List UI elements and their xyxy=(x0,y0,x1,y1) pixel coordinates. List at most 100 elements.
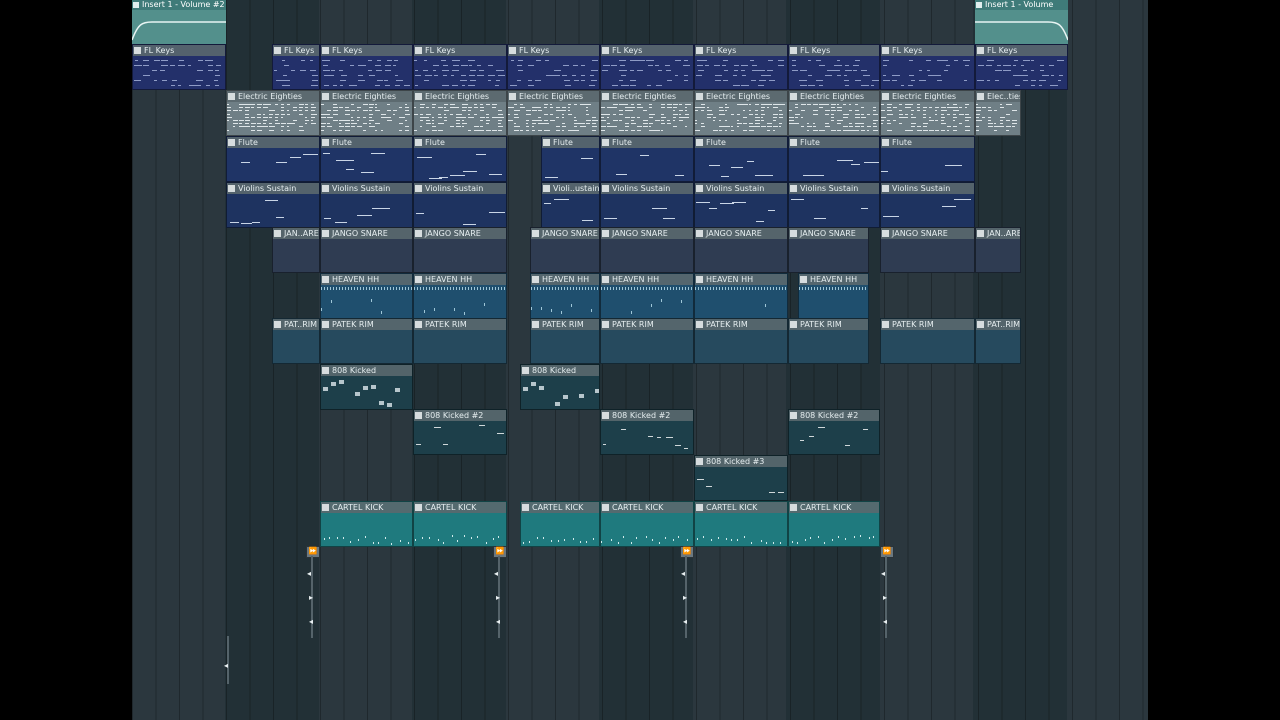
clip-header[interactable]: PATEK RIM xyxy=(695,319,787,330)
clip-flute[interactable]: Flute xyxy=(694,136,788,182)
clip-header[interactable]: CARTEL KICK xyxy=(321,502,412,513)
clip-header[interactable]: Flute xyxy=(789,137,879,148)
clip-cartel-kick[interactable]: CARTEL KICK xyxy=(600,501,694,547)
clip-electric-eighties[interactable]: Electric Eighties xyxy=(880,90,975,136)
clip-electric-eighties[interactable]: Elec..ties xyxy=(975,90,1021,136)
clip-header[interactable]: Electric Eighties xyxy=(695,91,787,102)
clip-menu-icon[interactable] xyxy=(602,185,609,192)
fast-forward-icon[interactable]: ⏩ xyxy=(880,546,894,558)
clip-header[interactable]: CARTEL KICK xyxy=(601,502,693,513)
clip-menu-icon[interactable] xyxy=(696,276,703,283)
clip-menu-icon[interactable] xyxy=(509,93,516,100)
clip-menu-icon[interactable] xyxy=(882,47,889,54)
clip-menu-icon[interactable] xyxy=(415,47,422,54)
clip-808-kicked[interactable]: 808 Kicked xyxy=(320,364,413,410)
clip-808-kicked[interactable]: 808 Kicked xyxy=(520,364,600,410)
clip-menu-icon[interactable] xyxy=(509,47,516,54)
clip-menu-icon[interactable] xyxy=(602,276,609,283)
clip-violins-sustain[interactable]: Violins Sustain xyxy=(880,182,975,228)
clip-header[interactable]: JANGO SNARE xyxy=(414,228,506,239)
clip-header[interactable]: Flute xyxy=(227,137,319,148)
clip-heaven-hh[interactable]: HEAVEN HH xyxy=(530,273,600,319)
clip-menu-icon[interactable] xyxy=(977,321,984,328)
time-marker[interactable]: ◂ xyxy=(224,636,232,684)
clip-menu-icon[interactable] xyxy=(322,47,329,54)
clip-header[interactable]: Flute xyxy=(601,137,693,148)
clip-header[interactable]: HEAVEN HH xyxy=(799,274,868,285)
clip-menu-icon[interactable] xyxy=(532,321,539,328)
clip-menu-icon[interactable] xyxy=(322,93,329,100)
clip-electric-eighties[interactable]: Electric Eighties xyxy=(507,90,600,136)
clip-patek-rim[interactable]: PATEK RIM xyxy=(320,318,413,364)
clip-cartel-kick[interactable]: CARTEL KICK xyxy=(320,501,413,547)
clip-fl-keys[interactable]: FL Keys xyxy=(788,44,880,90)
clip-patek-rim[interactable]: PATEK RIM xyxy=(694,318,788,364)
clip-808-kicked-2[interactable]: 808 Kicked #2 xyxy=(600,409,694,455)
time-marker[interactable]: ⏩ ◂ ▸ ◂ xyxy=(880,546,894,638)
clip-header[interactable]: HEAVEN HH xyxy=(321,274,412,285)
clip-heaven-hh[interactable]: HEAVEN HH xyxy=(600,273,694,319)
clip-header[interactable]: FL Keys xyxy=(414,45,506,56)
clip-electric-eighties[interactable]: Electric Eighties xyxy=(413,90,507,136)
clip-header[interactable]: JANGO SNARE xyxy=(789,228,868,239)
clip-patek-rim[interactable]: PAT..RIM xyxy=(975,318,1021,364)
clip-fl-keys[interactable]: FL Keys xyxy=(132,44,226,90)
clip-menu-icon[interactable] xyxy=(322,139,329,146)
clip-header[interactable]: Electric Eighties xyxy=(601,91,693,102)
clip-electric-eighties[interactable]: Electric Eighties xyxy=(226,90,320,136)
clip-menu-icon[interactable] xyxy=(134,47,141,54)
clip-808-kicked-2[interactable]: 808 Kicked #2 xyxy=(413,409,507,455)
clip-header[interactable]: JANGO SNARE xyxy=(531,228,599,239)
clip-header[interactable]: FL Keys xyxy=(976,45,1067,56)
clip-header[interactable]: FL Keys xyxy=(789,45,879,56)
clip-jango-snare[interactable]: JAN..ARE xyxy=(272,227,320,273)
clip-flute[interactable]: Flute xyxy=(880,136,975,182)
clip-menu-icon[interactable] xyxy=(415,412,422,419)
clip-fl-keys[interactable]: FL Keys xyxy=(600,44,694,90)
automation-clip-header[interactable]: Insert 1 - Volume #2 xyxy=(132,0,226,10)
clip-header[interactable]: FL Keys xyxy=(273,45,319,56)
clip-flute[interactable]: Flute xyxy=(320,136,413,182)
clip-flute[interactable]: Flute xyxy=(226,136,320,182)
clip-menu-icon[interactable] xyxy=(522,504,529,511)
clip-menu-icon[interactable] xyxy=(790,504,797,511)
clip-header[interactable]: CARTEL KICK xyxy=(789,502,879,513)
time-marker[interactable]: ⏩ ◂ ▸ ◂ xyxy=(493,546,507,638)
playlist-area[interactable]: FL Keys FL Keys FL Keys FL Keys FL Keys FL Ke… xyxy=(132,0,1148,720)
clip-header[interactable]: 808 Kicked #2 xyxy=(789,410,879,421)
automation-clip-header[interactable]: Insert 1 - Volume xyxy=(975,0,1068,10)
clip-heaven-hh[interactable]: HEAVEN HH xyxy=(413,273,507,319)
clip-header[interactable]: PATEK RIM xyxy=(601,319,693,330)
clip-menu-icon[interactable] xyxy=(228,185,235,192)
clip-header[interactable]: Flute xyxy=(542,137,599,148)
clip-header[interactable]: Electric Eighties xyxy=(508,91,599,102)
clip-header[interactable]: 808 Kicked #2 xyxy=(601,410,693,421)
clip-header[interactable]: FL Keys xyxy=(601,45,693,56)
clip-menu-icon[interactable] xyxy=(228,139,235,146)
clip-menu-icon[interactable] xyxy=(415,504,422,511)
clip-menu-icon[interactable] xyxy=(602,93,609,100)
clip-electric-eighties[interactable]: Electric Eighties xyxy=(600,90,694,136)
clip-menu-icon[interactable] xyxy=(543,185,550,192)
clip-fl-keys[interactable]: FL Keys xyxy=(694,44,788,90)
clip-menu-icon[interactable] xyxy=(882,93,889,100)
clip-menu-icon[interactable] xyxy=(696,458,703,465)
clip-fl-keys[interactable]: FL Keys xyxy=(880,44,975,90)
clip-fl-keys[interactable]: FL Keys xyxy=(320,44,413,90)
clip-menu-icon[interactable] xyxy=(543,139,550,146)
clip-menu-icon[interactable] xyxy=(415,93,422,100)
clip-menu-icon[interactable] xyxy=(602,412,609,419)
clip-header[interactable]: JAN..ARE xyxy=(273,228,319,239)
clip-flute[interactable]: Flute xyxy=(541,136,600,182)
clip-808-kicked-3[interactable]: 808 Kicked #3 xyxy=(694,455,788,501)
clip-header[interactable]: JANGO SNARE xyxy=(321,228,412,239)
clip-header[interactable]: PATEK RIM xyxy=(789,319,868,330)
clip-menu-icon[interactable] xyxy=(882,230,889,237)
clip-jango-snare[interactable]: JANGO SNARE xyxy=(320,227,413,273)
clip-cartel-kick[interactable]: CARTEL KICK xyxy=(520,501,600,547)
clip-menu-icon[interactable] xyxy=(322,276,329,283)
clip-menu-icon[interactable] xyxy=(790,230,797,237)
clip-header[interactable]: Violins Sustain xyxy=(321,183,412,194)
clip-header[interactable]: 808 Kicked xyxy=(521,365,599,376)
clip-menu-icon[interactable] xyxy=(696,185,703,192)
